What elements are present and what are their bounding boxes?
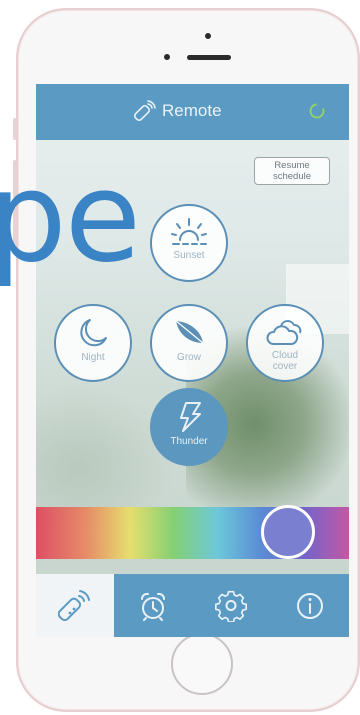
front-sensor <box>205 33 211 39</box>
info-icon <box>296 592 323 619</box>
tab-info[interactable] <box>270 574 349 637</box>
bottom-tab-bar <box>36 574 349 637</box>
mode-label-line2: cover <box>272 361 298 372</box>
cloud-icon <box>266 320 302 345</box>
resume-label-line1: Resume <box>274 160 310 171</box>
leaf-icon <box>175 320 204 344</box>
lightning-icon <box>180 402 201 432</box>
tab-schedule[interactable] <box>114 574 192 637</box>
mode-label: Grow <box>177 352 201 363</box>
mode-label-line1: Cloud <box>271 350 299 361</box>
mode-label: Sunset <box>173 250 205 261</box>
app-title: Remote <box>162 101 222 120</box>
title-area: Remote <box>134 100 222 122</box>
mode-cloud-cover-button[interactable]: Cloud cover <box>246 304 324 382</box>
background-blur <box>36 384 176 524</box>
tab-settings[interactable] <box>192 574 270 637</box>
sunset-icon <box>171 218 207 245</box>
mode-label: Night <box>81 352 105 363</box>
mode-thunder-button[interactable]: Thunder <box>150 388 228 466</box>
earpiece-speaker <box>187 55 231 60</box>
mode-grow-button[interactable]: Grow <box>150 304 228 382</box>
front-camera <box>164 54 170 60</box>
resume-schedule-button[interactable]: Resume schedule <box>254 157 330 185</box>
color-picker-handle[interactable] <box>261 505 315 559</box>
remote-icon <box>58 589 90 621</box>
tab-remote[interactable] <box>36 574 114 637</box>
gear-icon <box>215 590 247 622</box>
resume-label-line2: schedule <box>272 171 312 182</box>
alarm-clock-icon <box>141 592 165 621</box>
sync-icon[interactable] <box>308 102 326 120</box>
home-button[interactable] <box>171 633 233 695</box>
mute-switch <box>13 118 17 140</box>
top-bar: Remote <box>36 84 349 140</box>
mode-sunset-button[interactable]: Sunset <box>150 204 228 282</box>
overlay-text: pe <box>0 146 141 290</box>
mode-label: Thunder <box>170 436 208 447</box>
remote-icon <box>134 100 156 122</box>
moon-icon <box>80 319 107 347</box>
mode-night-button[interactable]: Night <box>54 304 132 382</box>
